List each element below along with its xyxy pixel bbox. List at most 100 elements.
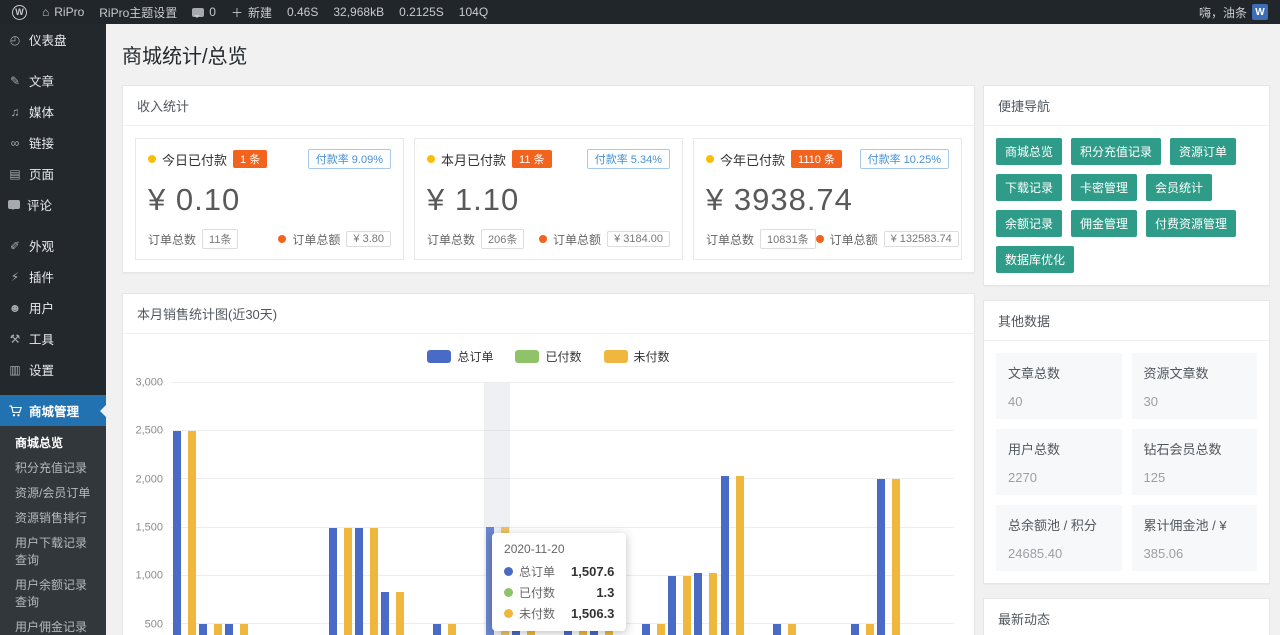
bar-未付数: [788, 624, 796, 635]
quick-nav-button-3[interactable]: 下载记录: [996, 174, 1062, 201]
dot-icon: [706, 155, 714, 163]
tooltip-series-dot: [504, 588, 513, 597]
users-icon: ☻: [8, 301, 22, 315]
bar-group-2020-11-12[interactable]: [275, 383, 301, 635]
bar-group-2020-11-13[interactable]: [301, 383, 327, 635]
page-icon: ▤: [8, 167, 22, 181]
wordpress-menu[interactable]: W: [12, 5, 27, 20]
sidebar-item-appearance[interactable]: ✐外观: [0, 230, 106, 261]
bar-group-2020-11-08[interactable]: [171, 383, 197, 635]
dot-icon: [427, 155, 435, 163]
sidebar-item-shop-management[interactable]: 商城管理: [0, 395, 106, 426]
other-data-panel: 其他数据 文章总数40资源文章数30用户总数2270钻石会员总数125总余额池 …: [983, 300, 1270, 584]
legend-item-total-orders[interactable]: 总订单: [427, 348, 493, 365]
stat-card-month: 本月已付款 11 条 付款率 5.34% ¥ 1.10 订单总数206条 订单总…: [414, 138, 683, 260]
total-label: 订单总额: [292, 231, 340, 248]
bar-group-2020-11-17[interactable]: [406, 383, 432, 635]
bar-group-2020-11-29[interactable]: [719, 383, 745, 635]
bar-总订单: [225, 624, 233, 635]
count-badge: 1 条: [233, 150, 267, 168]
bar-group-2020-12-05[interactable]: [876, 383, 902, 635]
sidebar-item-media[interactable]: ♫媒体: [0, 96, 106, 127]
sidebar-item-dashboard[interactable]: ◴仪表盘: [0, 24, 106, 55]
bar-group-2020-11-28[interactable]: [693, 383, 719, 635]
sidebar-item-label: 工具: [29, 329, 54, 348]
new-content-link[interactable]: ＋新建: [231, 4, 272, 21]
bar-group-2020-12-06[interactable]: [902, 383, 928, 635]
income-panel: 收入统计 今日已付款 1 条 付款率 9.09% ¥ 0.10 订单总数: [122, 85, 975, 273]
other-data-value: 24685.40: [1008, 546, 1110, 561]
appearance-icon: ✐: [8, 239, 22, 253]
orders-badge: 10831条: [760, 229, 816, 249]
quick-nav-button-7[interactable]: 佣金管理: [1071, 210, 1137, 237]
comments-link[interactable]: 0: [192, 5, 216, 19]
bar-group-2020-12-07[interactable]: [928, 383, 954, 635]
sidebar-subitem-0[interactable]: 商城总览: [0, 430, 106, 455]
bar-未付数: [709, 573, 717, 635]
sidebar-item-posts[interactable]: ✎文章: [0, 65, 106, 96]
bar-group-2020-12-03[interactable]: [823, 383, 849, 635]
quick-nav-button-6[interactable]: 余额记录: [996, 210, 1062, 237]
orders-label: 订单总数: [706, 231, 754, 248]
sidebar-subitem-3[interactable]: 资源销售排行: [0, 505, 106, 530]
stat-card-year: 今年已付款 1110 条 付款率 10.25% ¥ 3938.74 订单总数10…: [693, 138, 962, 260]
other-data-cell: 资源文章数30: [1132, 353, 1258, 419]
sidebar-item-users[interactable]: ☻用户: [0, 292, 106, 323]
bar-group-2020-12-02[interactable]: [797, 383, 823, 635]
quick-nav-title: 便捷导航: [984, 86, 1269, 126]
sidebar-item-comments[interactable]: 评论: [0, 189, 106, 220]
quick-nav-button-1[interactable]: 积分充值记录: [1071, 138, 1161, 165]
quick-nav-button-4[interactable]: 卡密管理: [1071, 174, 1137, 201]
user-account-link[interactable]: 嗨，油条W: [1199, 4, 1268, 21]
chart-panel-title: 本月销售统计图(近30天): [123, 294, 974, 334]
bar-group-2020-11-16[interactable]: [380, 383, 406, 635]
quick-nav-button-9[interactable]: 数据库优化: [996, 246, 1074, 273]
bar-group-2020-11-19[interactable]: [458, 383, 484, 635]
bar-group-2020-12-04[interactable]: [849, 383, 875, 635]
sidebar-subitem-2[interactable]: 资源/会员订单: [0, 480, 106, 505]
sidebar-item-settings[interactable]: ▥设置: [0, 354, 106, 385]
sidebar-subitem-5[interactable]: 用户余额记录查询: [0, 572, 106, 614]
sidebar-subitem-4[interactable]: 用户下载记录查询: [0, 530, 106, 572]
sidebar-item-pages[interactable]: ▤页面: [0, 158, 106, 189]
site-name: RiPro: [54, 5, 84, 19]
quick-nav-button-2[interactable]: 资源订单: [1170, 138, 1236, 165]
bar-group-2020-11-14[interactable]: [328, 383, 354, 635]
total-badge: ¥ 3.80: [346, 231, 391, 247]
quick-nav-button-0[interactable]: 商城总览: [996, 138, 1062, 165]
sidebar-item-tools[interactable]: ⚒工具: [0, 323, 106, 354]
dashboard-icon: ◴: [8, 33, 22, 47]
tooltip-series-name: 总订单: [519, 563, 555, 580]
legend-item-paid[interactable]: 已付数: [515, 348, 581, 365]
chart-plot: 2020-11-20总订单1,507.6已付数1.3未付数1,506.3: [171, 383, 954, 635]
quick-nav-button-8[interactable]: 付费资源管理: [1146, 210, 1236, 237]
income-panel-title: 收入统计: [123, 86, 974, 126]
bar-group-2020-11-11[interactable]: [249, 383, 275, 635]
bar-group-2020-11-09[interactable]: [197, 383, 223, 635]
bar-group-2020-11-18[interactable]: [432, 383, 458, 635]
bar-group-2020-11-27[interactable]: [667, 383, 693, 635]
bar-group-2020-11-15[interactable]: [354, 383, 380, 635]
bar-group-2020-11-10[interactable]: [223, 383, 249, 635]
total-badge: ¥ 132583.74: [884, 231, 959, 247]
bar-group-2020-12-01[interactable]: [771, 383, 797, 635]
sidebar-item-links[interactable]: ∞链接: [0, 127, 106, 158]
tooltip-row: 已付数1.3: [504, 584, 614, 601]
page-title: 商城统计/总览: [122, 36, 1270, 85]
sidebar-item-plugins[interactable]: ⚡插件: [0, 261, 106, 292]
sidebar-item-label: 链接: [29, 133, 54, 152]
theme-settings-link[interactable]: RiPro主题设置: [99, 4, 177, 21]
site-name-link[interactable]: ⌂RiPro: [42, 5, 84, 19]
admin-bar: W ⌂RiPro RiPro主题设置 0 ＋新建 0.46S 32,968kB …: [0, 0, 1280, 24]
legend-swatch: [427, 350, 451, 363]
bar-group-2020-11-26[interactable]: [641, 383, 667, 635]
bar-group-2020-11-30[interactable]: [745, 383, 771, 635]
dot-icon: [816, 235, 824, 243]
quick-nav-button-5[interactable]: 会员统计: [1146, 174, 1212, 201]
bar-总订单: [721, 476, 729, 635]
sidebar-subitem-1[interactable]: 积分充值记录: [0, 455, 106, 480]
bar-未付数: [892, 479, 900, 635]
sidebar-subitem-6[interactable]: 用户佣金记录查询: [0, 614, 106, 635]
bar-总订单: [173, 431, 181, 635]
legend-item-unpaid[interactable]: 未付数: [604, 348, 670, 365]
